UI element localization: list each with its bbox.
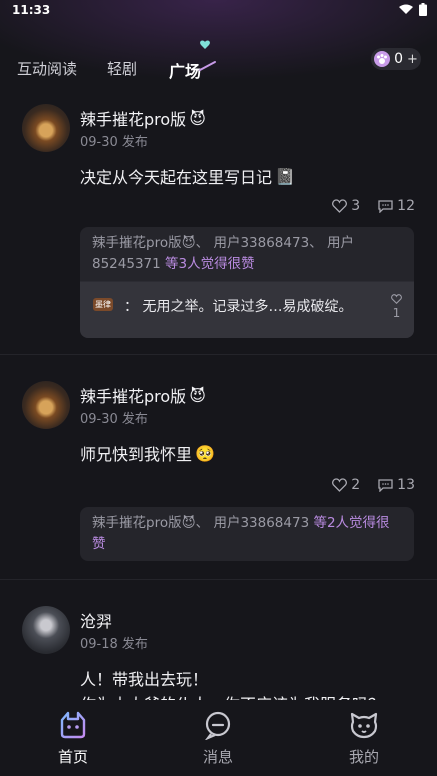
heart-icon <box>332 199 348 213</box>
status-icons <box>399 3 427 16</box>
comment-like-button[interactable]: 1 <box>391 294 402 320</box>
commenter-badge: 墨律 <box>93 298 113 311</box>
profile-icon <box>350 712 378 739</box>
bottom-nav: 首页 消息 我的 <box>0 700 437 776</box>
comment-icon <box>378 200 393 213</box>
post-date: 09-30 发布 <box>80 412 148 427</box>
avatar[interactable] <box>22 104 70 152</box>
wifi-icon <box>399 4 413 14</box>
paw-coin-icon <box>374 51 391 67</box>
battery-icon <box>419 3 427 16</box>
devil-emoji-icon: 😈 <box>189 385 206 405</box>
comment-text: ： 无用之举。记录过多…易成破绽。 <box>124 299 353 315</box>
coin-balance-button[interactable]: 0 + <box>371 48 421 70</box>
comment-count: 13 <box>397 477 415 493</box>
post-author[interactable]: 沧羿 <box>80 608 112 632</box>
liked-by-users: 辣手摧花pro版😈、 用户33868473 <box>92 515 314 531</box>
post-date: 09-18 发布 <box>80 637 148 652</box>
home-icon <box>60 711 86 739</box>
avatar[interactable] <box>22 381 70 429</box>
post-text-line: 人！带我出去玩！ <box>80 670 209 689</box>
nav-profile-label: 我的 <box>348 748 379 766</box>
post-stats: 3 12 <box>332 198 415 214</box>
like-button[interactable]: 3 <box>332 198 360 214</box>
post-author[interactable]: 辣手摧花pro版 😈 <box>80 383 206 407</box>
author-name: 辣手摧花pro版 <box>80 387 187 406</box>
post-card[interactable]: 辣手摧花pro版 😈 09-30 发布 师兄快到我怀里 🥺 2 13 辣手摧花p… <box>0 355 437 580</box>
post-card[interactable]: 沧羿 09-18 发布 人！带我出去玩！ 作为本大爷的仆人，你不应该为我服务吗？ <box>0 580 437 720</box>
liked-by-count[interactable]: 等3人觉得很赞 <box>165 256 255 272</box>
liked-by-list[interactable]: 辣手摧花pro版😈、 用户33868473、 用户85245371 等3人觉得很… <box>80 227 414 281</box>
pleading-emoji-icon: 🥺 <box>195 443 215 463</box>
post-stats: 2 13 <box>332 477 415 493</box>
tab-light-drama[interactable]: 轻剧 <box>107 58 137 79</box>
coin-count: 0 <box>394 51 403 67</box>
comment-icon <box>378 479 393 492</box>
comment-like-count: 1 <box>392 306 401 320</box>
like-button[interactable]: 2 <box>332 477 360 493</box>
nav-messages-label: 消息 <box>202 748 233 766</box>
nav-profile[interactable]: 我的 <box>324 710 404 767</box>
post-text: 决定从今天起在这里写日记 <box>80 168 273 187</box>
liked-by-panel: 辣手摧花pro版😈、 用户33868473 等2人觉得很赞 <box>80 507 414 561</box>
comment-count: 12 <box>397 198 415 214</box>
avatar[interactable] <box>22 606 70 654</box>
heart-icon <box>332 478 348 492</box>
post-date: 09-30 发布 <box>80 135 148 150</box>
tab-interactive-reading[interactable]: 互动阅读 <box>17 58 77 79</box>
heart-icon <box>391 294 402 304</box>
comment-button[interactable]: 12 <box>378 198 415 214</box>
feed: 辣手摧花pro版 😈 09-30 发布 决定从今天起在这里写日记 📓 3 1 2 … <box>0 96 437 720</box>
nav-home-label: 首页 <box>57 748 88 766</box>
message-icon <box>205 711 231 740</box>
post-card[interactable]: 辣手摧花pro版 😈 09-30 发布 决定从今天起在这里写日记 📓 3 12 … <box>0 96 437 355</box>
add-coin-icon: + <box>407 51 418 67</box>
like-count: 3 <box>351 198 361 214</box>
post-content: 师兄快到我怀里 🥺 <box>80 441 215 465</box>
author-name: 辣手摧花pro版 <box>80 110 187 129</box>
devil-emoji-icon: 😈 <box>189 108 206 128</box>
like-count: 2 <box>351 477 361 493</box>
notebook-emoji-icon: 📓 <box>275 166 295 186</box>
author-name: 沧羿 <box>80 612 113 631</box>
nav-messages[interactable]: 消息 <box>178 710 258 767</box>
post-author[interactable]: 辣手摧花pro版 😈 <box>80 106 206 130</box>
liked-by-list[interactable]: 辣手摧花pro版😈、 用户33868473 等2人觉得很赞 <box>80 507 414 561</box>
post-text: 师兄快到我怀里 <box>80 445 193 464</box>
comment-button[interactable]: 13 <box>378 477 415 493</box>
status-time: 11:33 <box>12 3 51 17</box>
sparkle-icon <box>199 40 216 71</box>
liked-by-panel: 辣手摧花pro版😈、 用户33868473、 用户85245371 等3人觉得很… <box>80 227 414 338</box>
status-bar: 11:33 <box>0 0 437 22</box>
post-content: 决定从今天起在这里写日记 📓 <box>80 164 295 188</box>
top-comment[interactable]: 墨律 ： 无用之举。记录过多…易成破绽。 1 <box>80 281 414 338</box>
nav-home[interactable]: 首页 <box>33 710 113 767</box>
